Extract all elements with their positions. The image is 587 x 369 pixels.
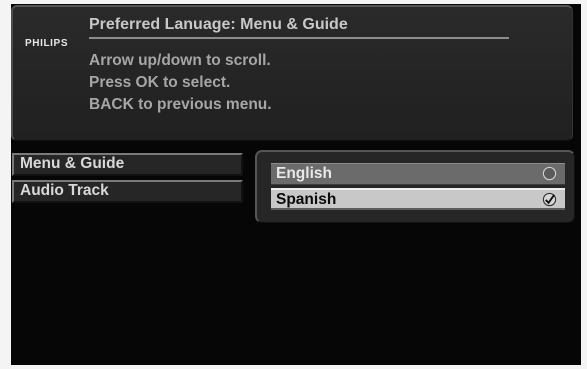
menu-item-menu-guide[interactable]: Menu & Guide <box>12 153 243 176</box>
brand-logo: PHILIPS <box>25 38 69 49</box>
help-text-select: Press OK to select. <box>89 74 231 91</box>
help-text-back: BACK to previous menu. <box>89 96 272 113</box>
menu-item-audio-track[interactable]: Audio Track <box>12 180 243 203</box>
language-options-panel <box>255 150 575 223</box>
page-title: Preferred Lanuage: Menu & Guide <box>89 16 348 33</box>
option-label: Spanish <box>276 191 337 208</box>
title-divider <box>89 37 509 39</box>
option-label: English <box>276 165 332 182</box>
help-text-scroll: Arrow up/down to scroll. <box>89 52 271 69</box>
option-english[interactable]: English <box>271 163 565 185</box>
radio-checked-icon <box>542 192 557 207</box>
option-spanish[interactable]: Spanish <box>271 188 565 210</box>
radio-empty-icon <box>542 166 557 181</box>
